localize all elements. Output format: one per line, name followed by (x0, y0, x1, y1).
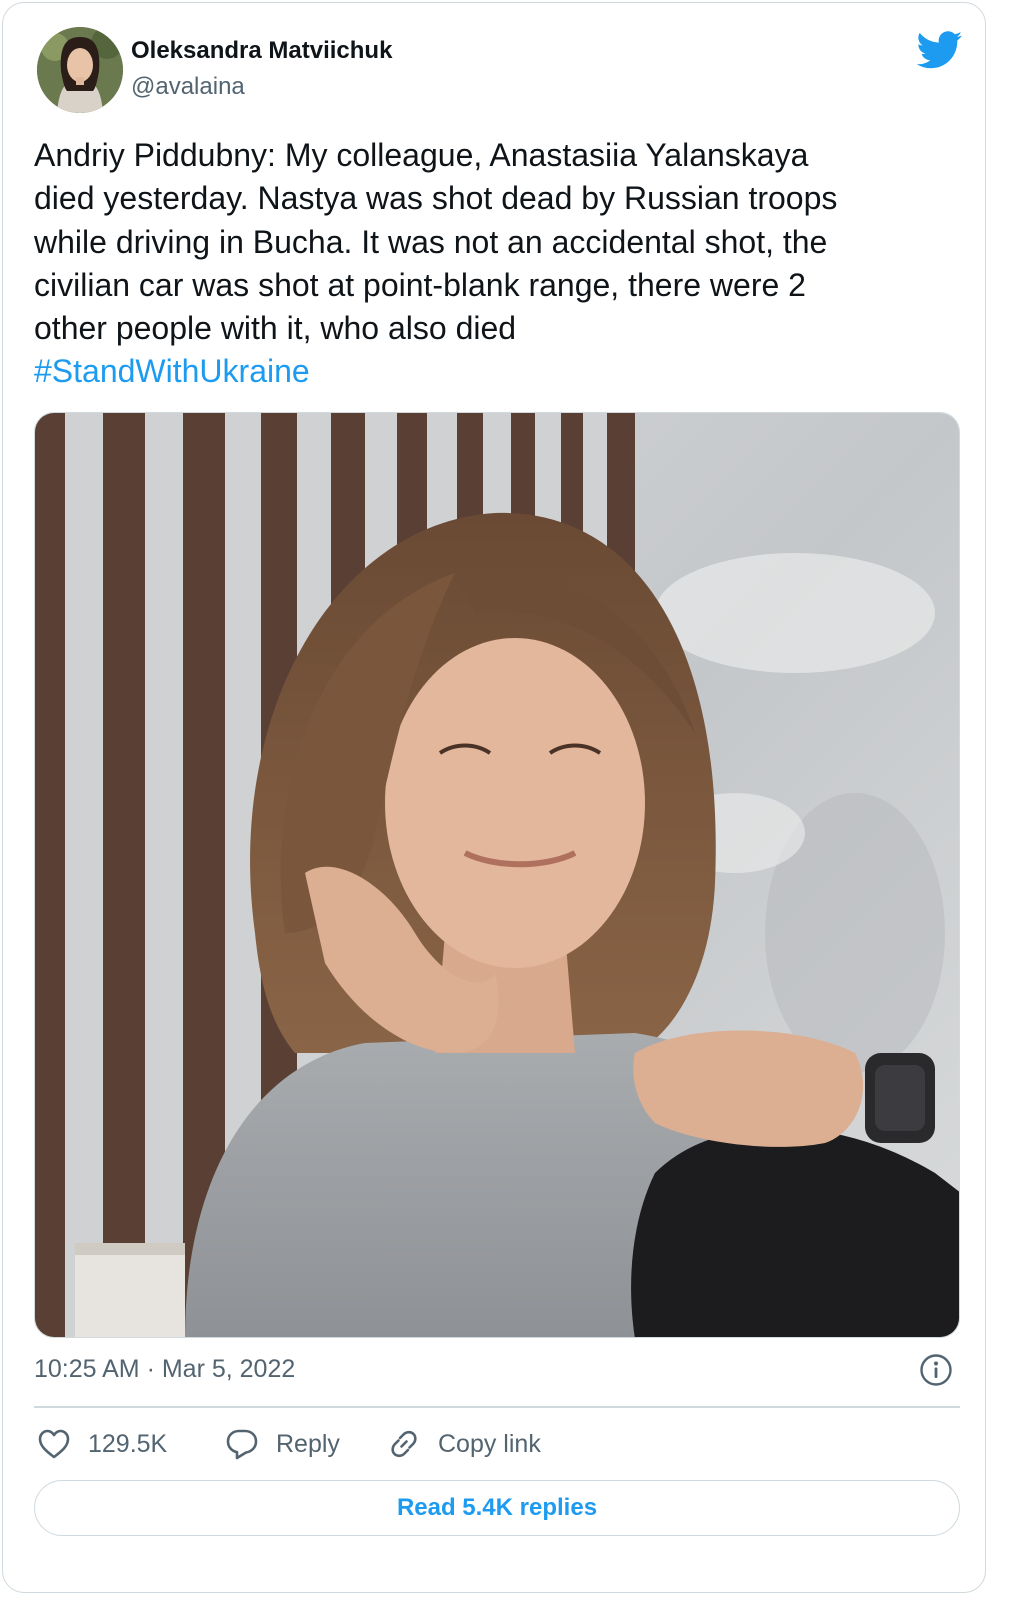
author-name[interactable]: Oleksandra Matviichuk (131, 37, 392, 65)
author-handle[interactable]: @avalaina (131, 73, 245, 101)
read-replies-label: Read 5.4K replies (396, 1494, 598, 1521)
tweet-timestamp[interactable]: 10:25 AM · Mar 5, 2022 (34, 1355, 295, 1384)
tweet-text-line: died yesterday. Nastya was shot dead by … (34, 180, 838, 217)
twitter-bird-icon[interactable] (917, 31, 963, 69)
read-replies-button[interactable]: Read 5.4K replies (34, 1480, 960, 1536)
tweet-text-line: civilian car was shot at point-blank ran… (34, 266, 806, 303)
tweet-photo[interactable] (34, 412, 960, 1338)
tweet-text-line: other people with it, who also died (34, 310, 517, 347)
copy-link-label: Copy link (438, 1429, 541, 1458)
tweet-text-line: while driving in Bucha. It was not an ac… (34, 223, 828, 260)
reply-label: Reply (276, 1429, 340, 1458)
tweet-text: Andriy Piddubny: My colleague, Anastasii… (34, 134, 964, 394)
divider (34, 1406, 960, 1408)
reply-button[interactable]: Reply (224, 1424, 340, 1464)
heart-icon (38, 1429, 70, 1459)
like-count: 129.5K (88, 1429, 168, 1458)
tweet-text-line: Andriy Piddubny: My colleague, Anastasii… (34, 137, 809, 173)
author-avatar[interactable] (37, 27, 123, 113)
link-icon (391, 1430, 417, 1458)
hashtag-link[interactable]: #StandWithUkraine (34, 350, 964, 393)
like-button[interactable]: 129.5K (36, 1424, 167, 1464)
info-icon[interactable] (919, 1353, 953, 1387)
speech-bubble-icon (226, 1429, 258, 1460)
copy-link-button[interactable]: Copy link (386, 1424, 541, 1464)
